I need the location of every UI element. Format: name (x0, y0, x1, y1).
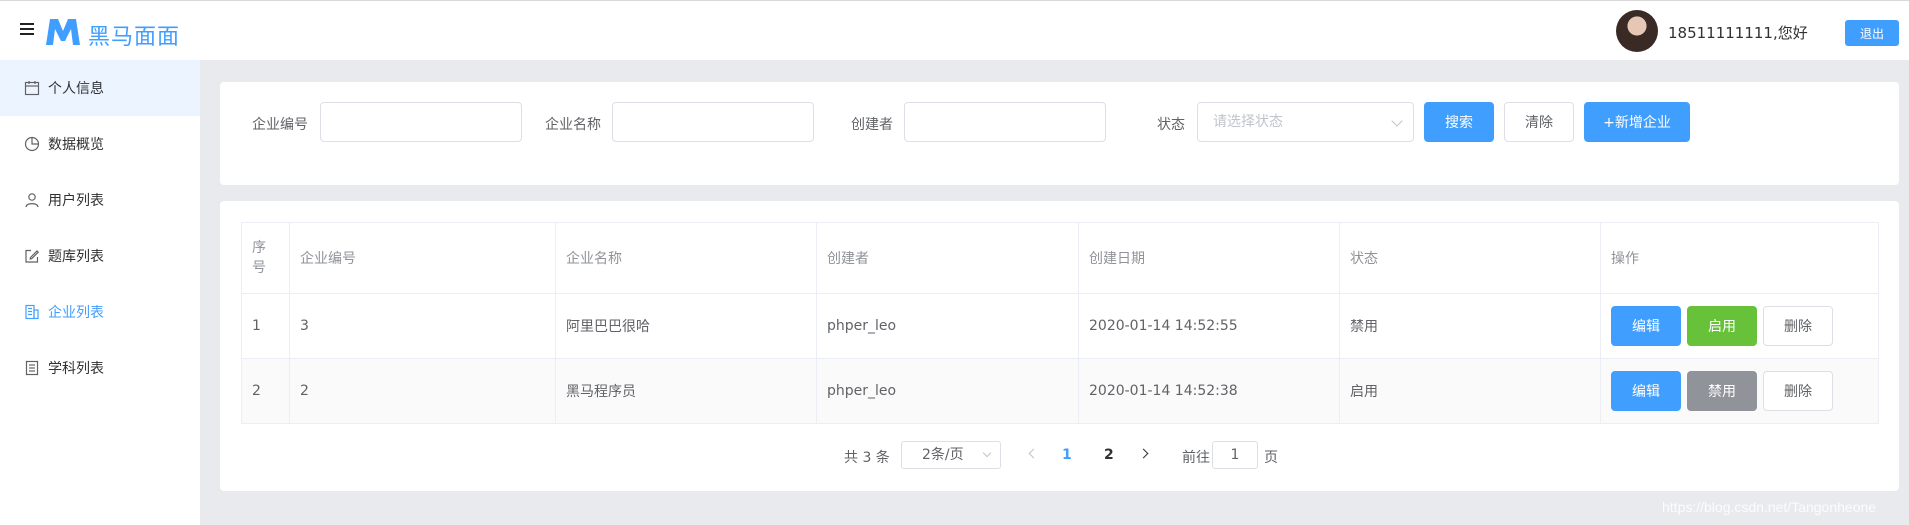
pagination-total: 共 3 条 (844, 450, 890, 466)
watermark: https://blog.csdn.net/Tangonheone (1662, 499, 1877, 515)
creator-label: 创建者 (851, 117, 893, 133)
sidebar-item-users[interactable]: 用户列表 (0, 172, 200, 228)
row-date: 2020-01-14 14:52:55 (1078, 293, 1340, 359)
page-number-2[interactable]: 2 (1104, 447, 1114, 463)
pie-chart-icon (24, 136, 40, 152)
disable-button[interactable]: 禁用 (1687, 371, 1757, 411)
goto-page-input[interactable] (1212, 441, 1258, 469)
column-header-id: 企业编号 (289, 222, 556, 294)
row-creator: phper_leo (816, 358, 1079, 424)
column-header-creator: 创建者 (816, 222, 1079, 294)
user-icon (25, 193, 39, 208)
edit-button[interactable]: 编辑 (1611, 306, 1681, 346)
chevron-down-icon (982, 448, 992, 458)
row-company-name: 阿里巴巴很哈 (555, 293, 817, 359)
search-button[interactable]: 搜索 (1424, 102, 1494, 142)
search-form-card: 企业编号 企业名称 创建者 状态 请选择状态 搜索 清除 +新增企业 (220, 82, 1899, 185)
row-status: 禁用 (1339, 293, 1601, 359)
logo-icon (46, 19, 80, 45)
goto-label: 前往 (1182, 450, 1210, 466)
row-creator: phper_leo (816, 293, 1079, 359)
sidebar-item-label: 企业列表 (48, 305, 104, 321)
row-date: 2020-01-14 14:52:38 (1078, 358, 1340, 424)
column-header-actions: 操作 (1600, 222, 1879, 294)
company-table: 序号 企业编号 企业名称 创建者 创建日期 状态 操作 1 3 阿里巴巴很哈 p… (241, 222, 1879, 424)
sidebar-item-overview[interactable]: 数据概览 (0, 116, 200, 172)
sidebar-item-label: 题库列表 (48, 249, 104, 265)
sidebar-item-label: 用户列表 (48, 193, 104, 209)
sidebar-item-profile[interactable]: 个人信息 (0, 60, 200, 116)
delete-button[interactable]: 删除 (1763, 371, 1833, 411)
status-label: 状态 (1157, 117, 1185, 133)
app-title: 黑马面面 (88, 25, 181, 50)
top-bar: 黑马面面 18511111111,您好 退出 (0, 0, 1909, 60)
row-company-name: 黑马程序员 (555, 358, 817, 424)
column-header-name: 企业名称 (555, 222, 817, 294)
edit-button[interactable]: 编辑 (1611, 371, 1681, 411)
delete-button[interactable]: 删除 (1763, 306, 1833, 346)
table-row: 1 3 阿里巴巴很哈 phper_leo 2020-01-14 14:52:55… (241, 293, 1879, 359)
table-row: 2 2 黑马程序员 phper_leo 2020-01-14 14:52:38 … (241, 358, 1879, 424)
add-company-button[interactable]: +新增企业 (1584, 102, 1690, 142)
row-company-id: 3 (289, 293, 556, 359)
sidebar-item-label: 个人信息 (48, 81, 104, 97)
avatar (1616, 10, 1658, 52)
sidebar-item-companies[interactable]: 企业列表 (0, 284, 200, 340)
page-unit-label: 页 (1264, 450, 1278, 466)
logout-button[interactable]: 退出 (1845, 20, 1899, 46)
row-company-id: 2 (289, 358, 556, 424)
status-select[interactable]: 请选择状态 (1197, 102, 1414, 142)
column-header-index: 序号 (241, 222, 290, 294)
row-index: 2 (241, 358, 290, 424)
chevron-down-icon (1391, 115, 1403, 127)
row-index: 1 (241, 293, 290, 359)
status-select-placeholder: 请选择状态 (1213, 114, 1283, 130)
edit-icon (25, 249, 40, 263)
sidebar-item-label: 数据概览 (48, 137, 104, 153)
prev-page-icon[interactable] (1028, 448, 1039, 459)
company-table-card: 序号 企业编号 企业名称 创建者 创建日期 状态 操作 1 3 阿里巴巴很哈 p… (220, 201, 1899, 491)
row-status: 启用 (1339, 358, 1601, 424)
company-id-label: 企业编号 (252, 117, 308, 133)
row-actions: 编辑 禁用 删除 (1600, 358, 1879, 424)
page-size-value: 2条/页 (922, 447, 964, 463)
menu-toggle-icon[interactable] (20, 23, 34, 35)
sidebar: 个人信息 数据概览 用户列表 题库列表 企业列表 学科列表 (0, 60, 200, 525)
table-header-row: 序号 企业编号 企业名称 创建者 创建日期 状态 操作 (241, 222, 1879, 294)
user-greeting: 18511111111,您好 (1668, 24, 1808, 42)
tickets-icon (25, 360, 39, 376)
sidebar-item-questions[interactable]: 题库列表 (0, 228, 200, 284)
company-name-input[interactable] (612, 102, 814, 142)
next-page-icon[interactable] (1138, 448, 1149, 459)
company-id-input[interactable] (320, 102, 522, 142)
calendar-icon (24, 81, 40, 96)
enable-button[interactable]: 启用 (1687, 306, 1757, 346)
office-building-icon (25, 304, 39, 320)
page-number-1[interactable]: 1 (1062, 447, 1072, 463)
sidebar-item-subjects[interactable]: 学科列表 (0, 340, 200, 396)
pagination: 共 3 条 2条/页 1 2 前往 页 (220, 441, 1899, 469)
clear-button[interactable]: 清除 (1504, 102, 1574, 142)
row-actions: 编辑 启用 删除 (1600, 293, 1879, 359)
page-size-select[interactable]: 2条/页 (901, 441, 1001, 469)
column-header-status: 状态 (1339, 222, 1601, 294)
creator-input[interactable] (904, 102, 1106, 142)
company-name-label: 企业名称 (545, 117, 601, 133)
column-header-date: 创建日期 (1078, 222, 1340, 294)
sidebar-item-label: 学科列表 (48, 361, 104, 377)
